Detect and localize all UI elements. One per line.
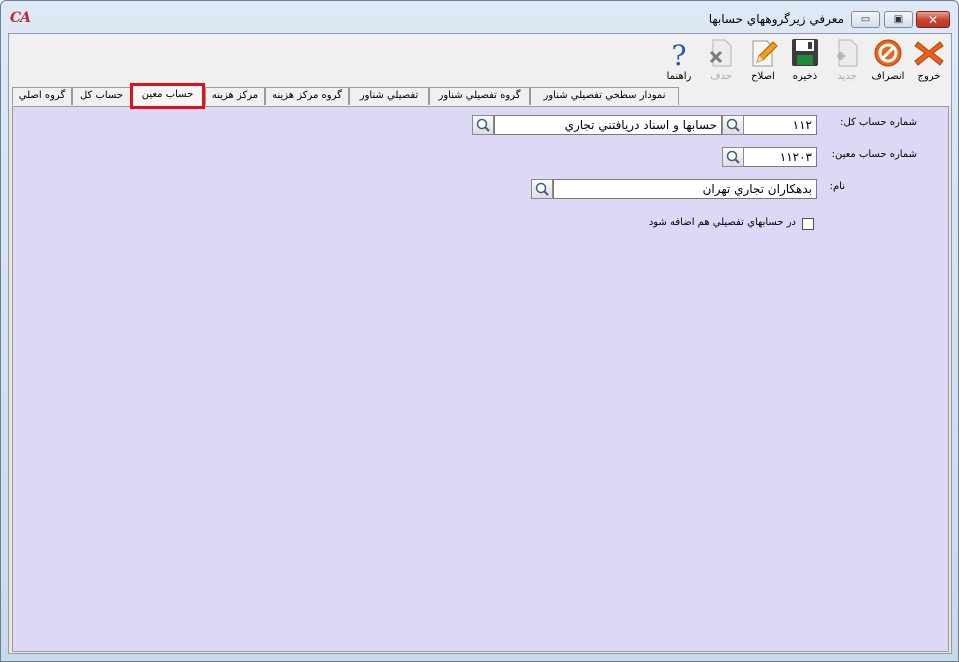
tab-label: نمودار سطحي تفصيلي شناور (543, 90, 666, 101)
general-account-name-search-button[interactable] (472, 115, 494, 135)
cancel-label: انصراف (871, 71, 905, 82)
tab-floating-detail[interactable]: تفصيلي شناور (349, 87, 429, 105)
client-area: خروج انصراف جديد ذخيره اصلاح حذف ? راهنم… (8, 33, 952, 654)
help-question-icon: ? (671, 39, 686, 68)
new-document-icon (837, 39, 858, 67)
search-icon (726, 150, 740, 164)
close-icon: ✕ (927, 12, 939, 27)
tab-cost-center-group[interactable]: گروه مرکز هزينه (265, 87, 349, 105)
save-label: ذخيره (792, 71, 818, 82)
tab-subsidiary-account[interactable]: حساب معين (130, 83, 205, 109)
search-icon (726, 118, 740, 132)
general-account-label: شماره حساب کل: (840, 117, 917, 128)
minimize-icon: ▭ (860, 14, 871, 25)
tab-label: تفصيلي شناور (359, 90, 419, 101)
help-label: راهنما (666, 71, 692, 82)
tab-label: حساب کل (79, 90, 124, 101)
name-search-button[interactable] (531, 179, 553, 199)
tab-general-account[interactable]: حساب کل (72, 87, 131, 105)
general-account-name-field[interactable]: حسابها و اسناد دريافتني تجاري (494, 115, 722, 135)
svg-text:?: ? (671, 39, 686, 68)
general-account-code-field[interactable]: ۱۱۲ (743, 115, 817, 135)
delete-icon (709, 39, 732, 67)
edit-button[interactable]: اصلاح (741, 36, 785, 84)
name-field[interactable]: بدهکاران تجاري تهران (553, 179, 817, 199)
minimize-button[interactable]: ▭ (851, 11, 880, 28)
exit-label: خروج (917, 71, 941, 82)
window-title: معرفي زيرگروههاي حسابها (708, 12, 844, 26)
tab-floating-detail-group[interactable]: گروه تفصيلي شناور (429, 87, 530, 105)
maximize-button[interactable]: ▣ (884, 11, 913, 28)
tab-panel: شماره حساب کل: ۱۱۲ حسابها و اسناد دريافت… (12, 106, 949, 652)
close-button[interactable]: ✕ (916, 11, 950, 28)
edit-pencil-icon (752, 40, 778, 67)
maximize-icon: ▣ (893, 14, 904, 25)
subsidiary-account-search-button[interactable] (722, 147, 744, 167)
subsidiary-account-code-field[interactable]: ۱۱۲۰۳ (743, 147, 817, 167)
new-button[interactable]: جديد (825, 36, 869, 84)
toolbar: خروج انصراف جديد ذخيره اصلاح حذف ? راهنم… (9, 34, 951, 86)
delete-button[interactable]: حذف (699, 36, 743, 84)
general-account-search-button[interactable] (722, 115, 744, 135)
subsidiary-account-label: شماره حساب معين: (831, 149, 917, 160)
tab-label: حساب معين (141, 89, 194, 100)
delete-label: حذف (710, 71, 732, 82)
help-button[interactable]: ? راهنما (657, 36, 701, 84)
add-to-detail-checkbox[interactable] (802, 218, 814, 230)
add-to-detail-label: در حسابهاي تفصيلي هم اضافه شود (648, 217, 796, 228)
tab-floating-detail-chart[interactable]: نمودار سطحي تفصيلي شناور (530, 87, 679, 105)
search-icon (476, 118, 490, 132)
app-logo: CA (10, 10, 31, 26)
title-bar[interactable]: CA معرفي زيرگروههاي حسابها ▭ ▣ ✕ (1, 1, 958, 33)
tab-cost-center[interactable]: مرکز هزينه (205, 87, 265, 105)
tab-label: مرکز هزينه (211, 90, 259, 101)
edit-label: اصلاح (751, 71, 775, 82)
tab-strip: گروه اصلي حساب کل حساب معين مرکز هزينه گ… (9, 83, 951, 109)
search-icon (535, 182, 549, 196)
tab-label: گروه تفصيلي شناور (438, 90, 521, 101)
cancel-icon (874, 39, 902, 67)
tab-main-group[interactable]: گروه اصلي (12, 87, 72, 105)
name-label: نام: (829, 181, 845, 192)
exit-button[interactable]: خروج (907, 36, 951, 84)
save-disk-icon (792, 39, 818, 66)
new-label: جديد (837, 71, 857, 82)
save-button[interactable]: ذخيره (783, 36, 827, 84)
app-window: CA معرفي زيرگروههاي حسابها ▭ ▣ ✕ خروج ان… (0, 0, 959, 662)
tab-label: گروه مرکز هزينه (272, 90, 342, 101)
exit-x-icon (914, 41, 944, 66)
tab-label: گروه اصلي (18, 90, 66, 101)
cancel-button[interactable]: انصراف (866, 36, 910, 84)
